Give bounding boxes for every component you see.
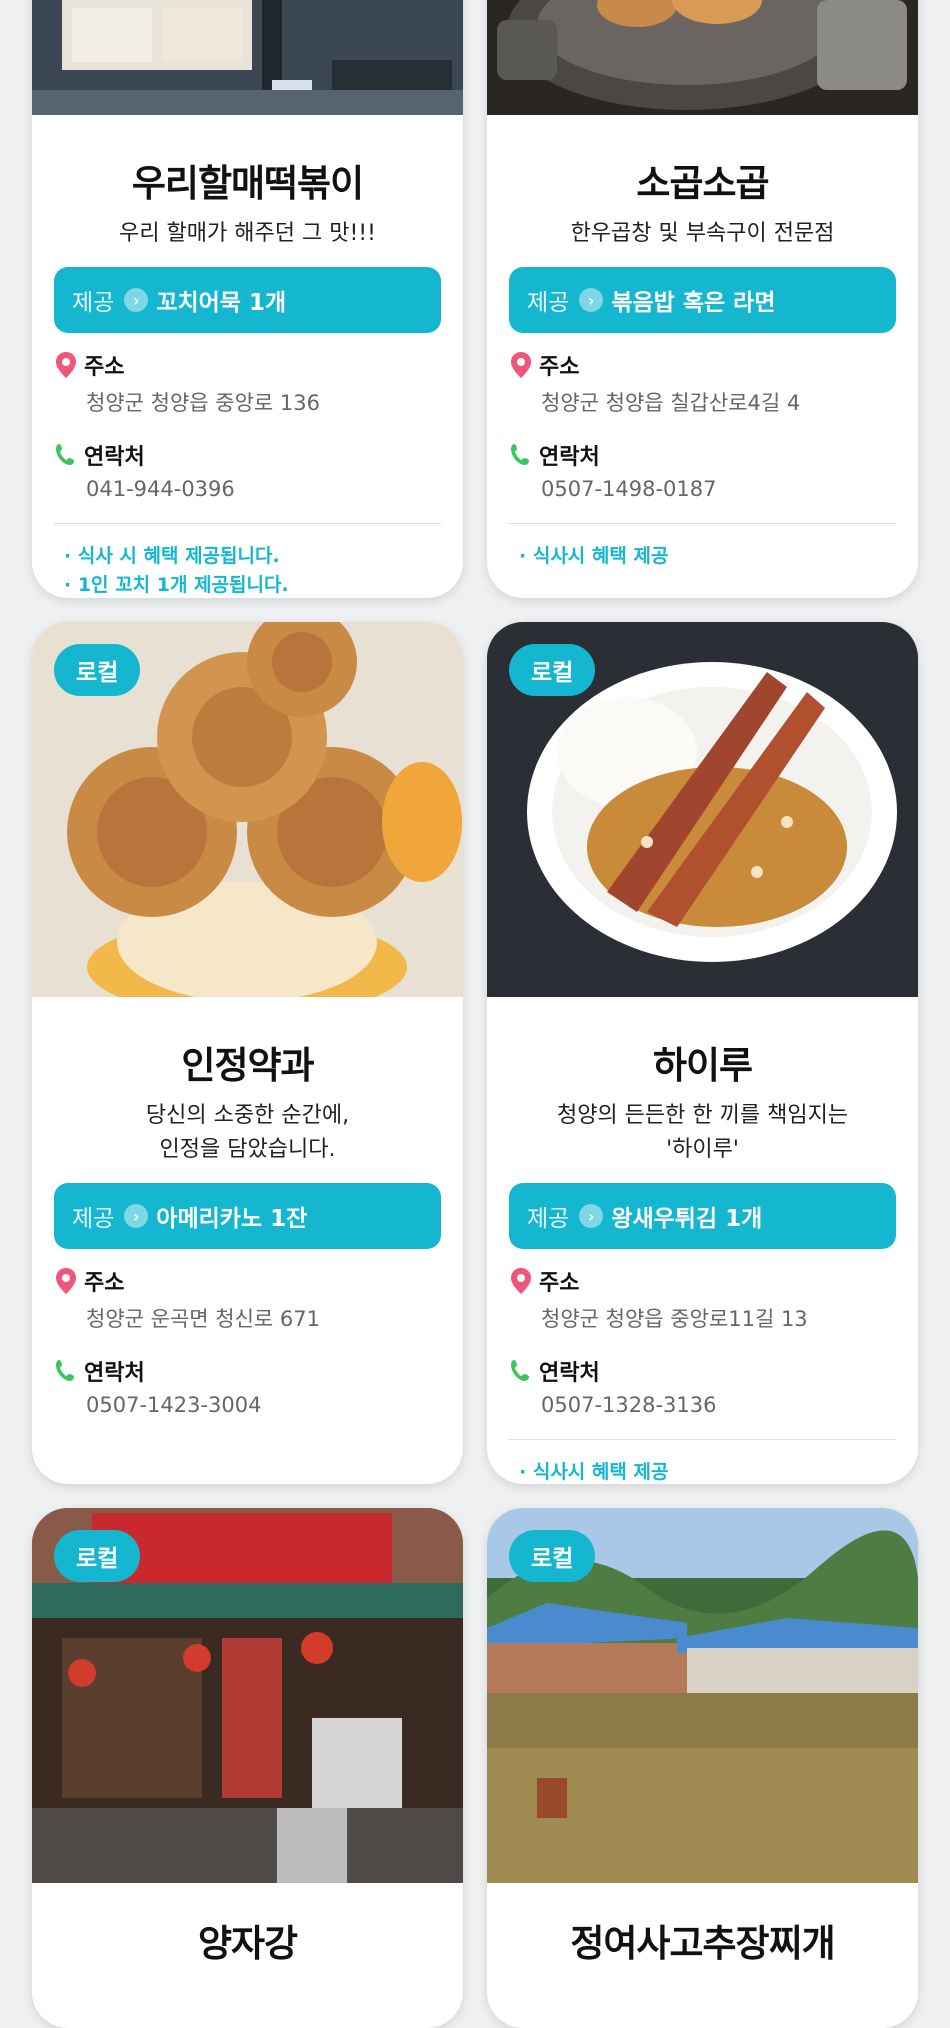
store-name: 양자강 — [197, 1922, 298, 1965]
location-pin-icon — [511, 352, 531, 378]
local-badge: 로컬 — [54, 644, 141, 696]
address-value: 청양군 청양읍 중앙로 136 — [86, 391, 320, 415]
store-description: 청양의 든든한 한 끼를 책임지는 '하이루' — [556, 1103, 849, 1162]
store-card[interactable]: 로컬 정여사고추장찌개 — [487, 1508, 918, 2028]
phone-icon — [56, 444, 74, 465]
divider — [54, 523, 441, 524]
address-row: 주소 청양군 운곡면 청신로 671 — [54, 1265, 441, 1333]
store-name: 우리할매떡볶이 — [131, 162, 364, 205]
phone-icon — [511, 1360, 529, 1381]
store-card[interactable]: 로컬 하이루 청양의 든든한 한 끼를 책임지는 '하이루' 제공 › 왕새우튀… — [487, 622, 918, 1484]
store-name: 소곱소곱 — [636, 162, 769, 205]
phone-value[interactable]: 0507-1498-0187 — [541, 477, 896, 501]
store-name: 인정약과 — [181, 1044, 314, 1087]
location-pin-icon — [56, 352, 76, 378]
address-value: 청양군 운곡면 청신로 671 — [86, 1307, 320, 1331]
store-name: 하이루 — [652, 1044, 753, 1087]
benefit-label: 제공 — [527, 1206, 570, 1232]
contact-label: 연락처 — [84, 1361, 145, 1386]
location-pin-icon — [56, 1268, 76, 1294]
contact-row: 연락처 0507-1328-3136 — [509, 1355, 896, 1417]
address-row: 주소 청양군 청양읍 중앙로 136 — [54, 349, 441, 417]
store-name: 정여사고추장찌개 — [570, 1922, 835, 1965]
contact-label: 연락처 — [539, 1361, 600, 1386]
benefit-banner: 제공 › 아메리카노 1잔 — [54, 1183, 441, 1249]
contact-row: 연락처 041-944-0396 — [54, 439, 441, 501]
benefit-banner: 제공 › 꼬치어묵 1개 — [54, 267, 441, 333]
chevron-right-icon: › — [124, 288, 149, 312]
contact-row: 연락처 0507-1423-3004 — [54, 1355, 441, 1417]
phone-icon — [56, 1360, 74, 1381]
store-description: 당신의 소중한 순간에, 인정을 담았습니다. — [145, 1103, 350, 1162]
address-row: 주소 청양군 청양읍 칠갑산로4길 4 — [509, 349, 896, 417]
divider — [509, 1439, 896, 1440]
address-label: 주소 — [539, 1271, 580, 1296]
store-photo — [487, 0, 918, 115]
benefit-value: 왕새우튀김 1개 — [611, 1206, 763, 1232]
store-card[interactable]: 우리할매떡볶이 우리 할매가 해주던 그 맛!!! 제공 › 꼬치어묵 1개 주… — [32, 0, 463, 598]
benefit-value: 볶음밥 혹은 라면 — [611, 290, 776, 316]
divider — [509, 523, 896, 524]
store-card[interactable]: 로컬 양자강 — [32, 1508, 463, 2028]
benefit-label: 제공 — [72, 290, 115, 316]
benefit-label: 제공 — [72, 1206, 115, 1232]
chevron-right-icon: › — [579, 288, 604, 312]
local-badge: 로컬 — [509, 1530, 596, 1582]
local-badge: 로컬 — [54, 1530, 141, 1582]
address-label: 주소 — [539, 355, 580, 380]
location-pin-icon — [511, 1268, 531, 1294]
store-photo: 로컬 — [487, 622, 918, 997]
address-row: 주소 청양군 청양읍 중앙로11길 13 — [509, 1265, 896, 1333]
address-value: 청양군 청양읍 중앙로11길 13 — [541, 1307, 808, 1331]
note: · 식사시 혜택 제공 — [519, 545, 669, 567]
phone-value[interactable]: 041-944-0396 — [86, 477, 441, 501]
store-description: 우리 할매가 해주던 그 맛!!! — [119, 221, 376, 246]
chevron-right-icon: › — [579, 1204, 604, 1228]
store-grid: 우리할매떡볶이 우리 할매가 해주던 그 맛!!! 제공 › 꼬치어묵 1개 주… — [32, 0, 918, 2028]
contact-label: 연락처 — [84, 445, 145, 470]
local-badge: 로컬 — [509, 644, 596, 696]
address-label: 주소 — [84, 1271, 125, 1296]
store-photo — [32, 0, 463, 115]
phone-value[interactable]: 0507-1423-3004 — [86, 1393, 441, 1417]
benefit-banner: 제공 › 왕새우튀김 1개 — [509, 1183, 896, 1249]
store-card[interactable]: 로컬 인정약과 당신의 소중한 순간에, 인정을 담았습니다. 제공 › 아메리… — [32, 622, 463, 1484]
note: · 1인 꼬치 1개 제공됩니다. — [64, 574, 289, 596]
benefit-banner: 제공 › 볶음밥 혹은 라면 — [509, 267, 896, 333]
address-value: 청양군 청양읍 칠갑산로4길 4 — [541, 391, 801, 415]
note: · 식사 시 혜택 제공됩니다. — [64, 545, 280, 567]
store-description: 한우곱창 및 부속구이 전문점 — [570, 221, 835, 246]
store-card[interactable]: 소곱소곱 한우곱창 및 부속구이 전문점 제공 › 볶음밥 혹은 라면 주소 청… — [487, 0, 918, 598]
benefit-label: 제공 — [527, 290, 570, 316]
note: · 식사시 혜택 제공 — [519, 1461, 669, 1483]
store-photo: 로컬 — [32, 1508, 463, 1883]
store-photo: 로컬 — [32, 622, 463, 997]
store-photo: 로컬 — [487, 1508, 918, 1883]
contact-row: 연락처 0507-1498-0187 — [509, 439, 896, 501]
address-label: 주소 — [84, 355, 125, 380]
phone-value[interactable]: 0507-1328-3136 — [541, 1393, 896, 1417]
chevron-right-icon: › — [124, 1204, 149, 1228]
contact-label: 연락처 — [539, 445, 600, 470]
benefit-value: 아메리카노 1잔 — [156, 1206, 308, 1232]
benefit-value: 꼬치어묵 1개 — [156, 290, 287, 316]
phone-icon — [511, 444, 529, 465]
